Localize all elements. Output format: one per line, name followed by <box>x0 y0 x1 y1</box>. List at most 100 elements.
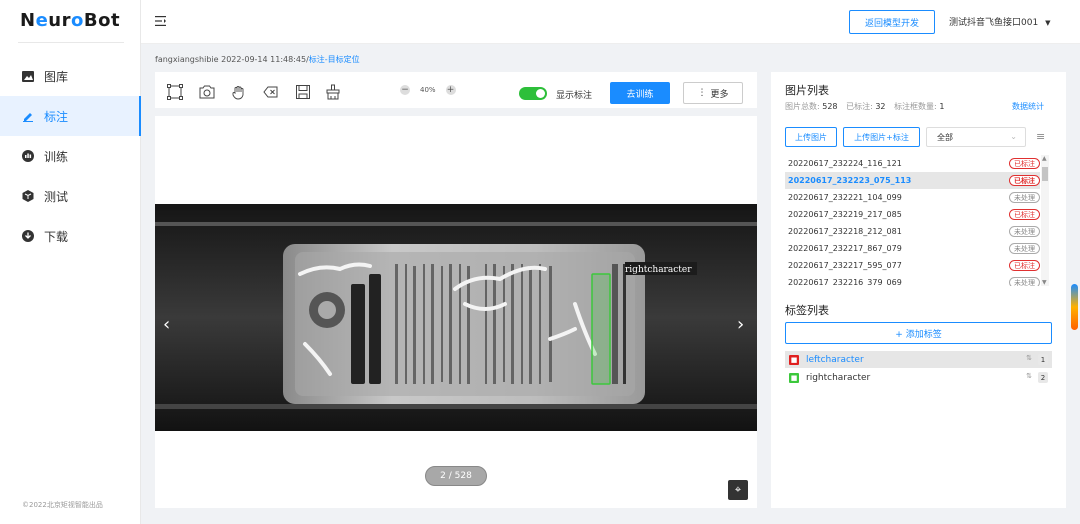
go-train-button[interactable]: 去训练 <box>610 82 670 104</box>
breadcrumb-project: fangxiangshibie 2022-09-14 11:48:45/ <box>155 55 309 64</box>
file-name: 20220617_232223_075_113 <box>788 176 912 185</box>
file-list-scrollbar[interactable]: ▲ ▼ <box>1041 155 1049 286</box>
file-list-item[interactable]: 20220617_232216_379_069 未处理 <box>785 274 1040 286</box>
user-name: 测试抖音飞鱼接口001 <box>949 18 1039 28</box>
file-list-item[interactable]: 20220617_232223_075_113 已标注 <box>785 172 1040 189</box>
sidebar-item-annotate[interactable]: 标注 <box>0 96 141 136</box>
file-list-item[interactable]: 20220617_232217_595_077 已标注 <box>785 257 1040 274</box>
file-list-item[interactable]: 20220617_232217_867_079 未处理 <box>785 240 1040 257</box>
sidebar-item-train[interactable]: 训练 <box>0 136 141 176</box>
more-dots-icon: ⋮ <box>697 88 707 98</box>
sidebar-item-download[interactable]: 下载 <box>0 216 141 256</box>
status-badge: 未处理 <box>1009 192 1040 203</box>
label-color-icon: ■ <box>789 354 799 365</box>
file-name: 20220617_232216_379_069 <box>788 278 902 286</box>
upload-image-button[interactable]: 上传图片 <box>785 127 837 147</box>
product-image: rightcharacter <box>155 204 757 431</box>
image-stats: 图片总数: 528 已标注: 32 标注框数量: 1 数据统计 <box>785 102 1044 111</box>
zoom-out-button[interactable]: − <box>400 85 410 95</box>
more-button[interactable]: ⋮ 更多 <box>683 82 743 104</box>
label-count: 1 <box>1038 354 1048 365</box>
zoom-level: 40% <box>420 86 436 94</box>
sidebar-item-label: 标注 <box>44 109 69 124</box>
status-badge: 已标注 <box>1009 175 1040 186</box>
status-filter-select[interactable]: 全部 ⌄ <box>926 127 1026 147</box>
label-row-rightcharacter[interactable]: ■ rightcharacter ⇅ 2 <box>785 369 1052 386</box>
total-count: 528 <box>822 102 838 111</box>
label-list-title: 标签列表 <box>785 304 829 317</box>
file-list-item[interactable]: 20220617_232219_217_085 已标注 <box>785 206 1040 223</box>
prev-image-arrow-icon[interactable]: ‹ <box>163 314 170 335</box>
delete-tool-icon[interactable] <box>263 84 279 100</box>
caret-down-icon: ▼ <box>1045 19 1051 27</box>
right-panel: 图片列表 图片总数: 528 已标注: 32 标注框数量: 1 数据统计 上传图… <box>771 72 1066 508</box>
file-name: 20220617_232219_217_085 <box>788 210 902 219</box>
neurobot-logo[interactable]: NeuroBot <box>20 10 120 31</box>
image-canvas[interactable]: rightcharacter <box>155 204 757 431</box>
sidebar-item-gallery[interactable]: 图库 <box>0 56 141 96</box>
sidebar-item-label: 训练 <box>44 149 69 164</box>
file-name: 20220617_232217_867_079 <box>788 244 902 253</box>
status-badge: 已标注 <box>1009 260 1040 271</box>
breadcrumb: fangxiangshibie 2022-09-14 11:48:45/标注-目… <box>155 54 360 65</box>
sidebar-item-label: 测试 <box>44 189 69 204</box>
label-name: leftcharacter <box>806 354 864 365</box>
clear-brush-icon[interactable] <box>325 84 341 100</box>
boxes-count: 1 <box>939 102 945 111</box>
sidebar-item-label: 图库 <box>44 69 69 84</box>
image-file-list: 20220617_232224_116_121 已标注 20220617_23222… <box>785 155 1040 286</box>
logo-divider <box>18 42 124 43</box>
sort-icon[interactable]: ⇅ <box>1026 354 1032 362</box>
back-to-model-button[interactable]: 返回模型开发 <box>849 10 935 34</box>
label-color-icon: ■ <box>789 372 799 383</box>
status-badge: 未处理 <box>1009 277 1040 286</box>
sidebar-item-test[interactable]: 测试 <box>0 176 141 216</box>
copyright: ©2022北京矩视智能出品 <box>22 501 103 509</box>
page-indicator: 2 / 528 <box>425 466 487 486</box>
data-stats-link[interactable]: 数据统计 <box>1012 101 1044 112</box>
scroll-up-icon[interactable]: ▲ <box>1042 155 1047 162</box>
zoom-in-button[interactable]: + <box>445 85 456 95</box>
more-label: 更多 <box>710 89 729 100</box>
sort-icon[interactable]: ⇅ <box>1026 372 1032 380</box>
label-name: rightcharacter <box>806 372 871 383</box>
show-labels-toggle[interactable] <box>519 87 547 100</box>
breadcrumb-link[interactable]: 标注-目标定位 <box>309 55 360 64</box>
scroll-thumb[interactable] <box>1042 167 1048 181</box>
save-icon[interactable] <box>295 84 311 100</box>
file-list-item[interactable]: 20220617_232224_116_121 已标注 <box>785 155 1040 172</box>
menu-fold-icon[interactable] <box>155 15 167 29</box>
image-list-title: 图片列表 <box>785 84 829 97</box>
scroll-down-icon[interactable]: ▼ <box>1042 279 1047 286</box>
sidebar-item-label: 下载 <box>44 229 69 244</box>
file-list-item[interactable]: 20220617_232221_104_099 未处理 <box>785 189 1040 206</box>
hand-pan-icon[interactable] <box>231 84 247 100</box>
locate-icon[interactable]: ⌖ <box>728 480 748 500</box>
upload-image-annotation-button[interactable]: 上传图片+标注 <box>843 127 920 147</box>
annotation-toolbar: − 40% + 显示标注 去训练 ⋮ 更多 <box>155 72 757 116</box>
add-label-button[interactable]: + 添加标签 <box>785 322 1052 344</box>
pen-icon <box>22 110 34 122</box>
side-drawer-handle[interactable] <box>1071 284 1078 330</box>
next-image-arrow-icon[interactable]: › <box>737 314 744 335</box>
image-icon <box>22 70 34 82</box>
file-name: 20220617_232218_212_081 <box>788 227 902 236</box>
annotated-count: 32 <box>875 102 886 111</box>
annotation-workspace: − 40% + 显示标注 去训练 ⋮ 更多 rightcharacter ‹ ›… <box>155 72 757 508</box>
camera-tool-icon[interactable] <box>199 84 215 100</box>
annotation-label: rightcharacter <box>625 265 692 275</box>
chevron-down-icon: ⌄ <box>1010 132 1017 141</box>
train-icon <box>22 150 34 162</box>
user-menu[interactable]: 测试抖音飞鱼接口001 ▼ <box>949 15 1050 28</box>
top-bar: 返回模型开发 测试抖音飞鱼接口001 ▼ <box>141 0 1080 44</box>
filter-list-icon[interactable]: ≡ <box>1036 130 1045 143</box>
file-list-item[interactable]: 20220617_232218_212_081 未处理 <box>785 223 1040 240</box>
label-row-leftcharacter[interactable]: ■ leftcharacter ⇅ 1 <box>785 351 1052 368</box>
bbox-tool-icon[interactable] <box>167 84 183 100</box>
sidebar: NeuroBot 图库 标注 训练 测试 下载 ©2022北京矩视智能出品 <box>0 0 141 524</box>
status-badge: 未处理 <box>1009 226 1040 237</box>
status-badge: 已标注 <box>1009 209 1040 220</box>
status-badge: 已标注 <box>1009 158 1040 169</box>
file-name: 20220617_232221_104_099 <box>788 193 902 202</box>
cube-icon <box>22 190 34 202</box>
